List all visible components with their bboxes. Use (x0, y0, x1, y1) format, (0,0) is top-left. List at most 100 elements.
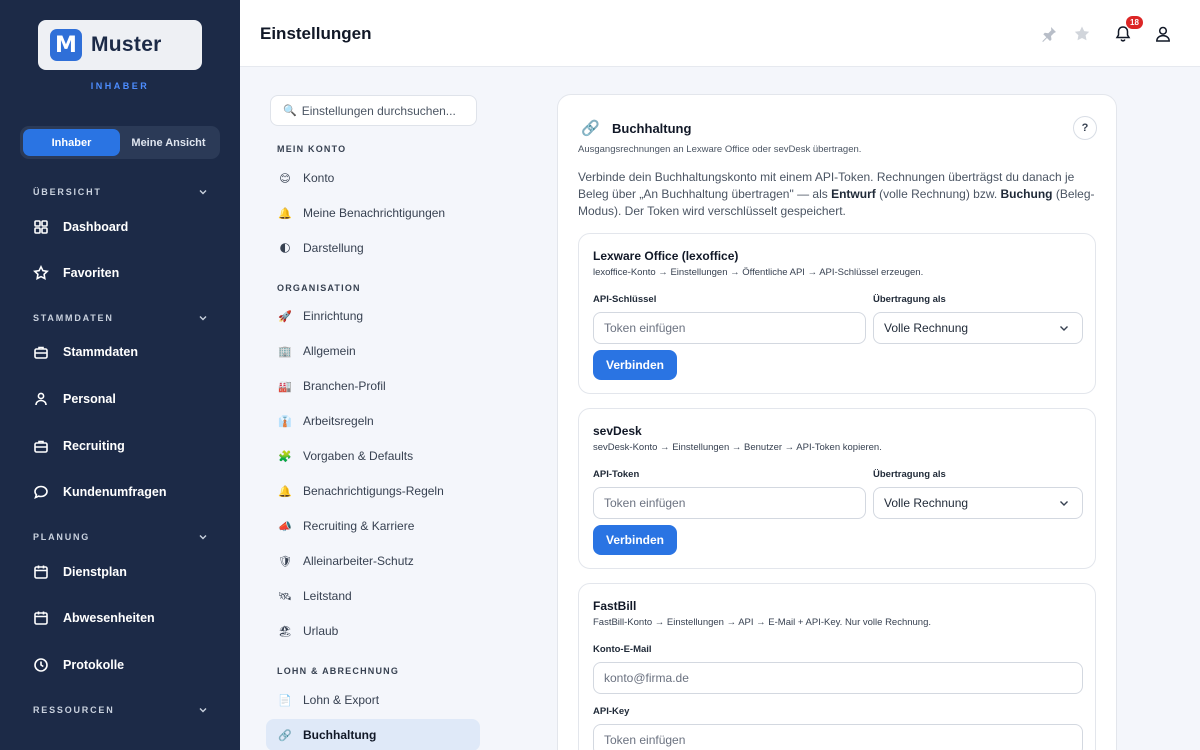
smiley-icon: 😊 (279, 171, 291, 185)
api-token-label: API-Token (593, 469, 640, 480)
sidebar-item-absences[interactable]: Abwesenheiten (33, 603, 223, 633)
settings-item-label: Einrichtung (303, 309, 364, 323)
integration-hint: sevDesk-Konto → Einstellungen → Benutzer… (593, 442, 882, 453)
toggle-my-view[interactable]: Meine Ansicht (120, 129, 217, 156)
fastbill-api-key-input[interactable] (593, 724, 1083, 750)
calendar-icon (34, 611, 48, 625)
star-icon (33, 265, 49, 281)
notification-count-badge: 18 (1125, 15, 1144, 30)
settings-item-allgemein[interactable]: 🏢 Allgemein (266, 335, 480, 367)
fastbill-integration-card: FastBill FastBill-Konto → Einstellungen … (578, 583, 1096, 750)
api-key-label: API-Key (593, 706, 630, 717)
top-header: Einstellungen 18 (240, 0, 1200, 67)
sevdesk-api-token-input[interactable] (593, 487, 866, 519)
user-menu-button[interactable] (1153, 24, 1173, 44)
nav-label: Stammdaten (63, 345, 139, 359)
settings-search-placeholder: Einstellungen durchsuchen... (301, 103, 456, 118)
shirt-icon: 👔 (278, 414, 292, 428)
sidebar-section-planning[interactable]: PLANUNG (33, 532, 208, 542)
sidebar-item-recruiting[interactable]: Recruiting (33, 431, 223, 461)
integration-hint: lexoffice-Konto → Einstellungen → Öffent… (593, 267, 924, 278)
settings-item-label: Lohn & Export (303, 693, 380, 707)
card-title: Buchhaltung (612, 121, 692, 136)
settings-item-meine-benachrichtigungen[interactable]: 🔔 Meine Benachrichtigungen (266, 197, 480, 229)
briefcase-icon (34, 440, 48, 453)
lexware-transfer-mode-select[interactable]: Volle Rechnung (873, 312, 1083, 344)
account-email-label: Konto-E-Mail (593, 644, 652, 655)
favorite-button[interactable] (1072, 24, 1092, 44)
satellite-icon: 🛰 (278, 589, 292, 603)
sidebar-item-logs[interactable]: Protokolle (33, 650, 223, 680)
nav-label: Dienstplan (63, 565, 127, 579)
shield-icon: 🛡 (278, 554, 292, 568)
lexware-api-key-input[interactable] (593, 312, 866, 344)
settings-item-arbeitsregeln[interactable]: 👔 Arbeitsregeln (266, 405, 480, 437)
api-key-label: API-Schlüssel (593, 294, 657, 305)
role-label: INHABER (90, 81, 150, 91)
view-toggle: Inhaber Meine Ansicht (20, 126, 220, 159)
settings-item-recruiting-karriere[interactable]: 📣 Recruiting & Karriere (266, 510, 480, 542)
settings-item-label: Alleinarbeiter-Schutz (303, 554, 414, 568)
sevdesk-connect-button[interactable]: Verbinden (593, 525, 678, 555)
settings-search[interactable]: 🔍 Einstellungen durchsuchen... (270, 95, 477, 126)
chevron-down-icon (199, 316, 207, 321)
toggle-owner-view[interactable]: Inhaber (23, 129, 120, 156)
card-description: Verbinde dein Buchhaltungskonto mit eine… (578, 170, 1095, 218)
integration-title: FastBill (593, 599, 637, 613)
settings-item-darstellung[interactable]: 🌓 Darstellung (266, 232, 480, 264)
settings-item-lohn-export[interactable]: 📄 Lohn & Export (266, 684, 480, 716)
sidebar-section-master[interactable]: STAMMDATEN (33, 313, 208, 323)
sidebar-section-overview[interactable]: ÜBERSICHT (33, 187, 208, 197)
settings-item-label: Benachrichtigungs-Regeln (303, 484, 444, 498)
integration-title: Lexware Office (lexoffice) (593, 249, 739, 263)
fastbill-email-input[interactable] (593, 662, 1083, 694)
settings-item-label: Meine Benachrichtigungen (303, 206, 446, 220)
section-label: RESSOURCEN (33, 705, 115, 715)
settings-item-label: Branchen-Profil (303, 379, 386, 393)
settings-item-label: Recruiting & Karriere (303, 519, 415, 533)
sidebar-item-masterdata[interactable]: Stammdaten (33, 337, 223, 367)
megaphone-icon: 📣 (278, 519, 292, 533)
sidebar-item-schedule[interactable]: Dienstplan (33, 557, 223, 587)
pin-icon (1042, 27, 1056, 42)
brand-logo[interactable]: M Muster (38, 20, 202, 70)
settings-item-buchhaltung[interactable]: 🔗 Buchhaltung (266, 719, 480, 750)
chevron-down-icon (199, 190, 207, 195)
settings-item-label: Darstellung (303, 241, 364, 255)
building-icon: 🏢 (278, 344, 292, 358)
settings-item-einrichtung[interactable]: 🚀 Einrichtung (266, 300, 480, 332)
settings-item-label: Arbeitsregeln (303, 414, 374, 428)
lexware-connect-button[interactable]: Verbinden (593, 350, 678, 380)
settings-item-urlaub[interactable]: 🏖 Urlaub (266, 615, 480, 647)
sidebar-item-favorites[interactable]: Favoriten (33, 258, 223, 288)
document-icon: 📄 (278, 693, 292, 707)
settings-item-label: Buchhaltung (303, 728, 377, 742)
bell-icon: 🔔 (278, 484, 292, 498)
users-icon (35, 392, 47, 406)
settings-item-vorgaben-defaults[interactable]: 🧩 Vorgaben & Defaults (266, 440, 480, 472)
settings-item-label: Allgemein (303, 344, 356, 358)
transfer-mode-label: Übertragung als (873, 294, 946, 305)
sidebar-item-staff[interactable]: Personal (33, 384, 223, 414)
nav-label: Kundenumfragen (63, 485, 167, 499)
select-value: Volle Rechnung (884, 321, 969, 335)
sevdesk-transfer-mode-select[interactable]: Volle Rechnung (873, 487, 1083, 519)
settings-group-title: LOHN & ABRECHNUNG (277, 666, 400, 676)
nav-label: Favoriten (63, 266, 120, 280)
settings-item-konto[interactable]: 😊 Konto (266, 162, 480, 194)
settings-item-leitstand[interactable]: 🛰 Leitstand (266, 580, 480, 612)
help-button[interactable]: ? (1073, 116, 1097, 140)
search-icon: 🔍 (283, 105, 297, 117)
settings-item-benachrichtigungs-regeln[interactable]: 🔔 Benachrichtigungs-Regeln (266, 475, 480, 507)
page-title: Einstellungen (260, 24, 372, 43)
settings-item-label: Vorgaben & Defaults (303, 449, 414, 463)
sidebar-item-dashboard[interactable]: Dashboard (33, 212, 223, 242)
sidebar-section-resources[interactable]: RESSOURCEN (33, 705, 208, 715)
sidebar-item-surveys[interactable]: Kundenumfragen (33, 477, 223, 507)
nav-label: Recruiting (63, 439, 125, 453)
settings-item-alleinarbeiter-schutz[interactable]: 🛡 Alleinarbeiter-Schutz (266, 545, 480, 577)
settings-group-title: ORGANISATION (277, 283, 361, 293)
pin-button[interactable] (1039, 24, 1059, 44)
card-subtitle: Ausgangsrechnungen an Lexware Office ode… (578, 144, 862, 155)
settings-item-branchen-profil[interactable]: 🏭 Branchen-Profil (266, 370, 480, 402)
